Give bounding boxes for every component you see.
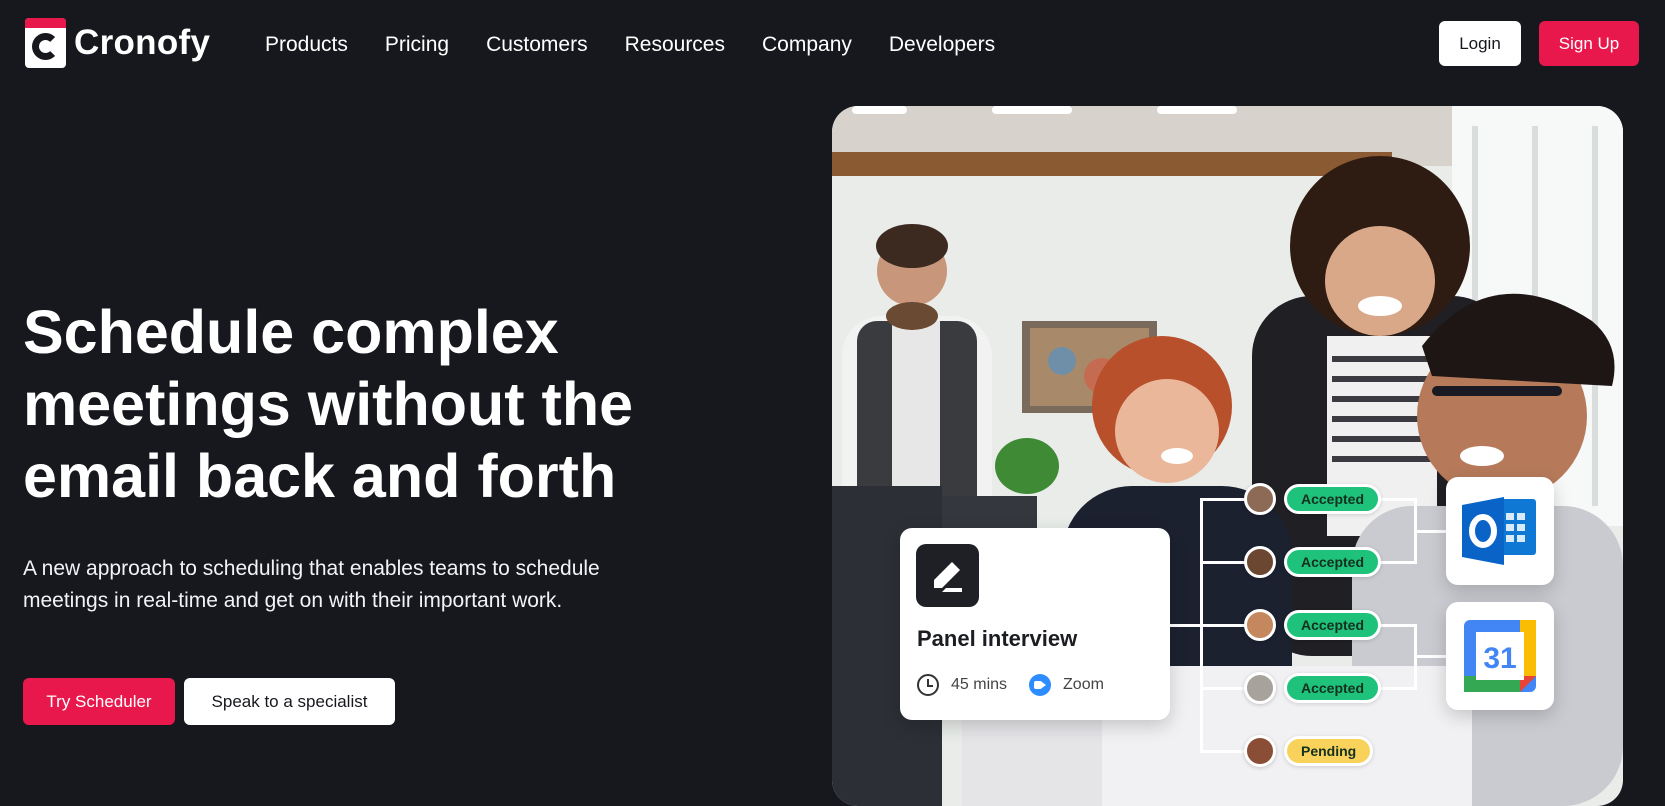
connector-line bbox=[1170, 624, 1200, 627]
cronofy-logo-mark-icon bbox=[25, 18, 66, 68]
pencil-icon bbox=[916, 544, 979, 607]
connector-line bbox=[1200, 687, 1246, 690]
outlook-calendar-tile bbox=[1446, 477, 1554, 585]
cronofy-logo[interactable]: Cronofy bbox=[25, 18, 210, 68]
status-badge: Accepted bbox=[1284, 610, 1382, 640]
speak-to-specialist-button[interactable]: Speak to a specialist bbox=[184, 678, 395, 725]
nav-item-company[interactable]: Company bbox=[762, 33, 852, 57]
event-meta: 45 mins Zoom bbox=[917, 674, 1104, 696]
event-title: Panel interview bbox=[917, 626, 1078, 651]
attendee-row: Accepted bbox=[1244, 605, 1382, 645]
try-scheduler-button[interactable]: Try Scheduler bbox=[23, 678, 175, 725]
connector-line bbox=[1414, 530, 1446, 533]
brand-name: Cronofy bbox=[74, 23, 211, 62]
status-badge: Pending bbox=[1284, 736, 1374, 766]
event-duration: 45 mins bbox=[951, 676, 1008, 693]
connector-line bbox=[1200, 624, 1246, 627]
hero-subtitle-line: meetings in real-time and get on with th… bbox=[23, 589, 563, 612]
clock-icon bbox=[917, 674, 939, 696]
avatar bbox=[1244, 609, 1276, 641]
google-calendar-tile: 31 bbox=[1446, 602, 1554, 710]
status-badge: Accepted bbox=[1284, 673, 1382, 703]
event-card: Panel interview 45 mins Zoom bbox=[900, 528, 1170, 720]
avatar bbox=[1244, 546, 1276, 578]
avatar bbox=[1244, 483, 1276, 515]
google-calendar-day: 31 bbox=[1483, 642, 1516, 675]
attendee-row: Pending bbox=[1244, 731, 1374, 771]
connector-line bbox=[1380, 624, 1416, 627]
site-header: Cronofy Products Pricing Customers Resou… bbox=[0, 0, 1665, 96]
hero-subtitle-line: A new approach to scheduling that enable… bbox=[23, 557, 600, 580]
attendee-row: Accepted bbox=[1244, 479, 1382, 519]
outlook-calendar-icon bbox=[1462, 497, 1536, 565]
login-button[interactable]: Login bbox=[1439, 21, 1521, 66]
hero-subtitle: A new approach to scheduling that enable… bbox=[23, 553, 703, 617]
connector-line bbox=[1200, 561, 1246, 564]
attendee-row: Accepted bbox=[1244, 542, 1382, 582]
google-calendar-icon: 31 bbox=[1464, 620, 1536, 692]
nav-item-resources[interactable]: Resources bbox=[625, 33, 725, 57]
connector-line bbox=[1200, 498, 1246, 501]
nav-item-developers[interactable]: Developers bbox=[889, 33, 995, 57]
connector-line bbox=[1200, 750, 1246, 753]
hero-title-line: Schedule complex bbox=[23, 298, 559, 366]
hero-title-line: email back and forth bbox=[23, 442, 617, 510]
hero-title: Schedule complex meetings without the em… bbox=[23, 296, 743, 512]
nav-item-customers[interactable]: Customers bbox=[486, 33, 588, 57]
event-location: Zoom bbox=[1063, 676, 1104, 693]
connector-line bbox=[1414, 655, 1446, 658]
connector-line bbox=[1380, 561, 1416, 564]
status-badge: Accepted bbox=[1284, 547, 1382, 577]
status-badge: Accepted bbox=[1284, 484, 1382, 514]
avatar bbox=[1244, 735, 1276, 767]
hero-title-line: meetings without the bbox=[23, 370, 633, 438]
zoom-icon bbox=[1029, 674, 1052, 696]
nav-item-pricing[interactable]: Pricing bbox=[385, 33, 449, 57]
attendee-row: Accepted bbox=[1244, 668, 1382, 708]
avatar bbox=[1244, 672, 1276, 704]
main-nav: Products Pricing Customers Resources Com… bbox=[265, 33, 1032, 57]
signup-button[interactable]: Sign Up bbox=[1539, 21, 1639, 66]
connector-line bbox=[1380, 687, 1416, 690]
nav-item-products[interactable]: Products bbox=[265, 33, 348, 57]
connector-line bbox=[1380, 498, 1416, 501]
